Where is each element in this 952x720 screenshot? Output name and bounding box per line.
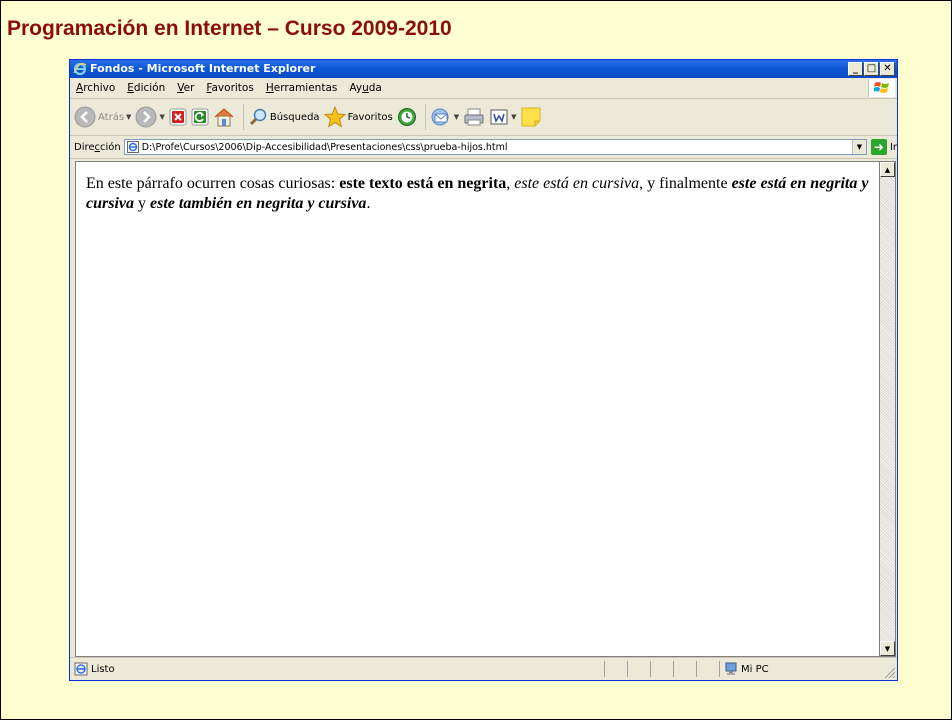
status-cell	[673, 661, 696, 677]
address-input[interactable]: D:\Profe\Cursos\2006\Dip-Accesibilidad\P…	[123, 139, 867, 155]
toolbar-separator	[424, 104, 426, 130]
address-url: D:\Profe\Cursos\2006\Dip-Accesibilidad\P…	[141, 141, 508, 153]
page-content: En este párrafo ocurren cosas curiosas: …	[75, 161, 880, 657]
stop-icon	[169, 108, 187, 126]
bold-italic-text: este también en negrita y cursiva	[150, 195, 367, 212]
refresh-icon	[191, 108, 209, 126]
sticky-note-icon	[521, 107, 541, 127]
toolbar-separator	[242, 104, 244, 130]
zone-label: Mi PC	[741, 663, 769, 675]
content-text: .	[366, 195, 371, 212]
scroll-down-button[interactable]: ▼	[880, 641, 895, 656]
minimize-button[interactable]: _	[848, 62, 863, 76]
note-button[interactable]	[520, 106, 542, 128]
window-titlebar[interactable]: Fondos - Microsoft Internet Explorer _ □…	[70, 60, 897, 78]
italic-text: este está en cursiva	[514, 175, 640, 192]
menu-ver[interactable]: Ver	[171, 82, 200, 94]
status-area: Listo	[70, 662, 604, 676]
go-arrow-icon: ➜	[870, 139, 887, 155]
status-cell	[650, 661, 673, 677]
content-text: y	[134, 195, 150, 212]
content-text: En este párrafo ocurren cosas curiosas:	[86, 175, 340, 192]
status-text: Listo	[91, 663, 115, 675]
vertical-scrollbar[interactable]: ▲ ▼	[880, 161, 896, 657]
menu-edicion[interactable]: Edición	[121, 82, 171, 94]
toolbar: Atrás ▼ ▼ Búsqueda Favoritos ▼ ▼	[70, 99, 897, 136]
refresh-button[interactable]	[191, 108, 209, 126]
bold-text: este texto está en negrita	[339, 175, 507, 192]
browser-window: Fondos - Microsoft Internet Explorer _ □…	[69, 59, 898, 681]
back-label: Atrás	[98, 111, 125, 123]
menu-herramientas[interactable]: Herramientas	[260, 82, 344, 94]
history-icon	[397, 108, 416, 126]
back-arrow-icon	[74, 106, 96, 128]
address-bar: Dirección D:\Profe\Cursos\2006\Dip-Acces…	[70, 136, 897, 159]
search-button[interactable]: Búsqueda	[248, 107, 320, 127]
window-controls: _ □ ✕	[848, 62, 895, 76]
slide: Programación en Internet – Curso 2009-20…	[0, 0, 952, 720]
menubar: Archivo Edición Ver Favoritos Herramient…	[70, 78, 897, 99]
content-paragraph: En este párrafo ocurren cosas curiosas: …	[86, 174, 869, 214]
favorites-label: Favoritos	[347, 111, 393, 123]
scroll-up-button[interactable]: ▲	[880, 162, 895, 177]
printer-icon	[464, 108, 484, 126]
address-label: Dirección	[74, 141, 121, 153]
forward-dropdown-icon[interactable]: ▼	[159, 113, 164, 121]
address-dropdown-icon[interactable]: ▼	[851, 140, 866, 154]
mail-icon	[431, 108, 449, 126]
menu-ayuda[interactable]: Ayuda	[343, 82, 387, 94]
forward-button[interactable]: ▼	[135, 106, 165, 128]
search-label: Búsqueda	[269, 111, 320, 123]
favorites-button[interactable]: Favoritos	[323, 106, 393, 128]
back-button[interactable]: Atrás ▼	[74, 106, 131, 128]
search-icon	[249, 108, 267, 126]
edit-button[interactable]: ▼	[489, 108, 516, 126]
page-done-icon	[74, 662, 88, 676]
resize-grip-icon[interactable]	[883, 666, 895, 678]
go-button[interactable]: ➜ Ir	[870, 139, 897, 155]
ie-logo-icon	[73, 62, 87, 76]
my-computer-icon	[725, 662, 737, 675]
home-button[interactable]	[213, 107, 235, 127]
maximize-button[interactable]: □	[864, 62, 879, 76]
windows-flag-icon	[868, 79, 895, 97]
window-title: Fondos - Microsoft Internet Explorer	[90, 62, 316, 75]
slide-title: Programación en Internet – Curso 2009-20…	[7, 17, 452, 40]
mail-button[interactable]: ▼	[430, 107, 459, 127]
status-cell	[627, 661, 650, 677]
home-icon	[214, 108, 234, 127]
security-zone: Mi PC	[719, 661, 864, 677]
word-edit-icon	[490, 109, 508, 125]
go-label: Ir	[889, 141, 897, 153]
status-cell	[696, 661, 719, 677]
history-button[interactable]	[397, 107, 417, 127]
forward-arrow-icon	[135, 106, 157, 128]
print-button[interactable]	[463, 107, 485, 127]
status-cell	[604, 661, 627, 677]
page-icon	[126, 141, 139, 153]
status-bar: Listo Mi PC	[70, 657, 897, 680]
edit-dropdown-icon[interactable]: ▼	[511, 113, 516, 121]
content-text: , y finalmente	[639, 175, 732, 192]
mail-dropdown-icon[interactable]: ▼	[454, 113, 459, 121]
favorites-star-icon	[323, 106, 346, 128]
menu-archivo[interactable]: Archivo	[70, 82, 121, 94]
menu-favoritos[interactable]: Favoritos	[200, 82, 259, 94]
stop-button[interactable]	[169, 108, 187, 126]
close-button[interactable]: ✕	[880, 62, 895, 76]
back-dropdown-icon[interactable]: ▼	[126, 113, 131, 121]
